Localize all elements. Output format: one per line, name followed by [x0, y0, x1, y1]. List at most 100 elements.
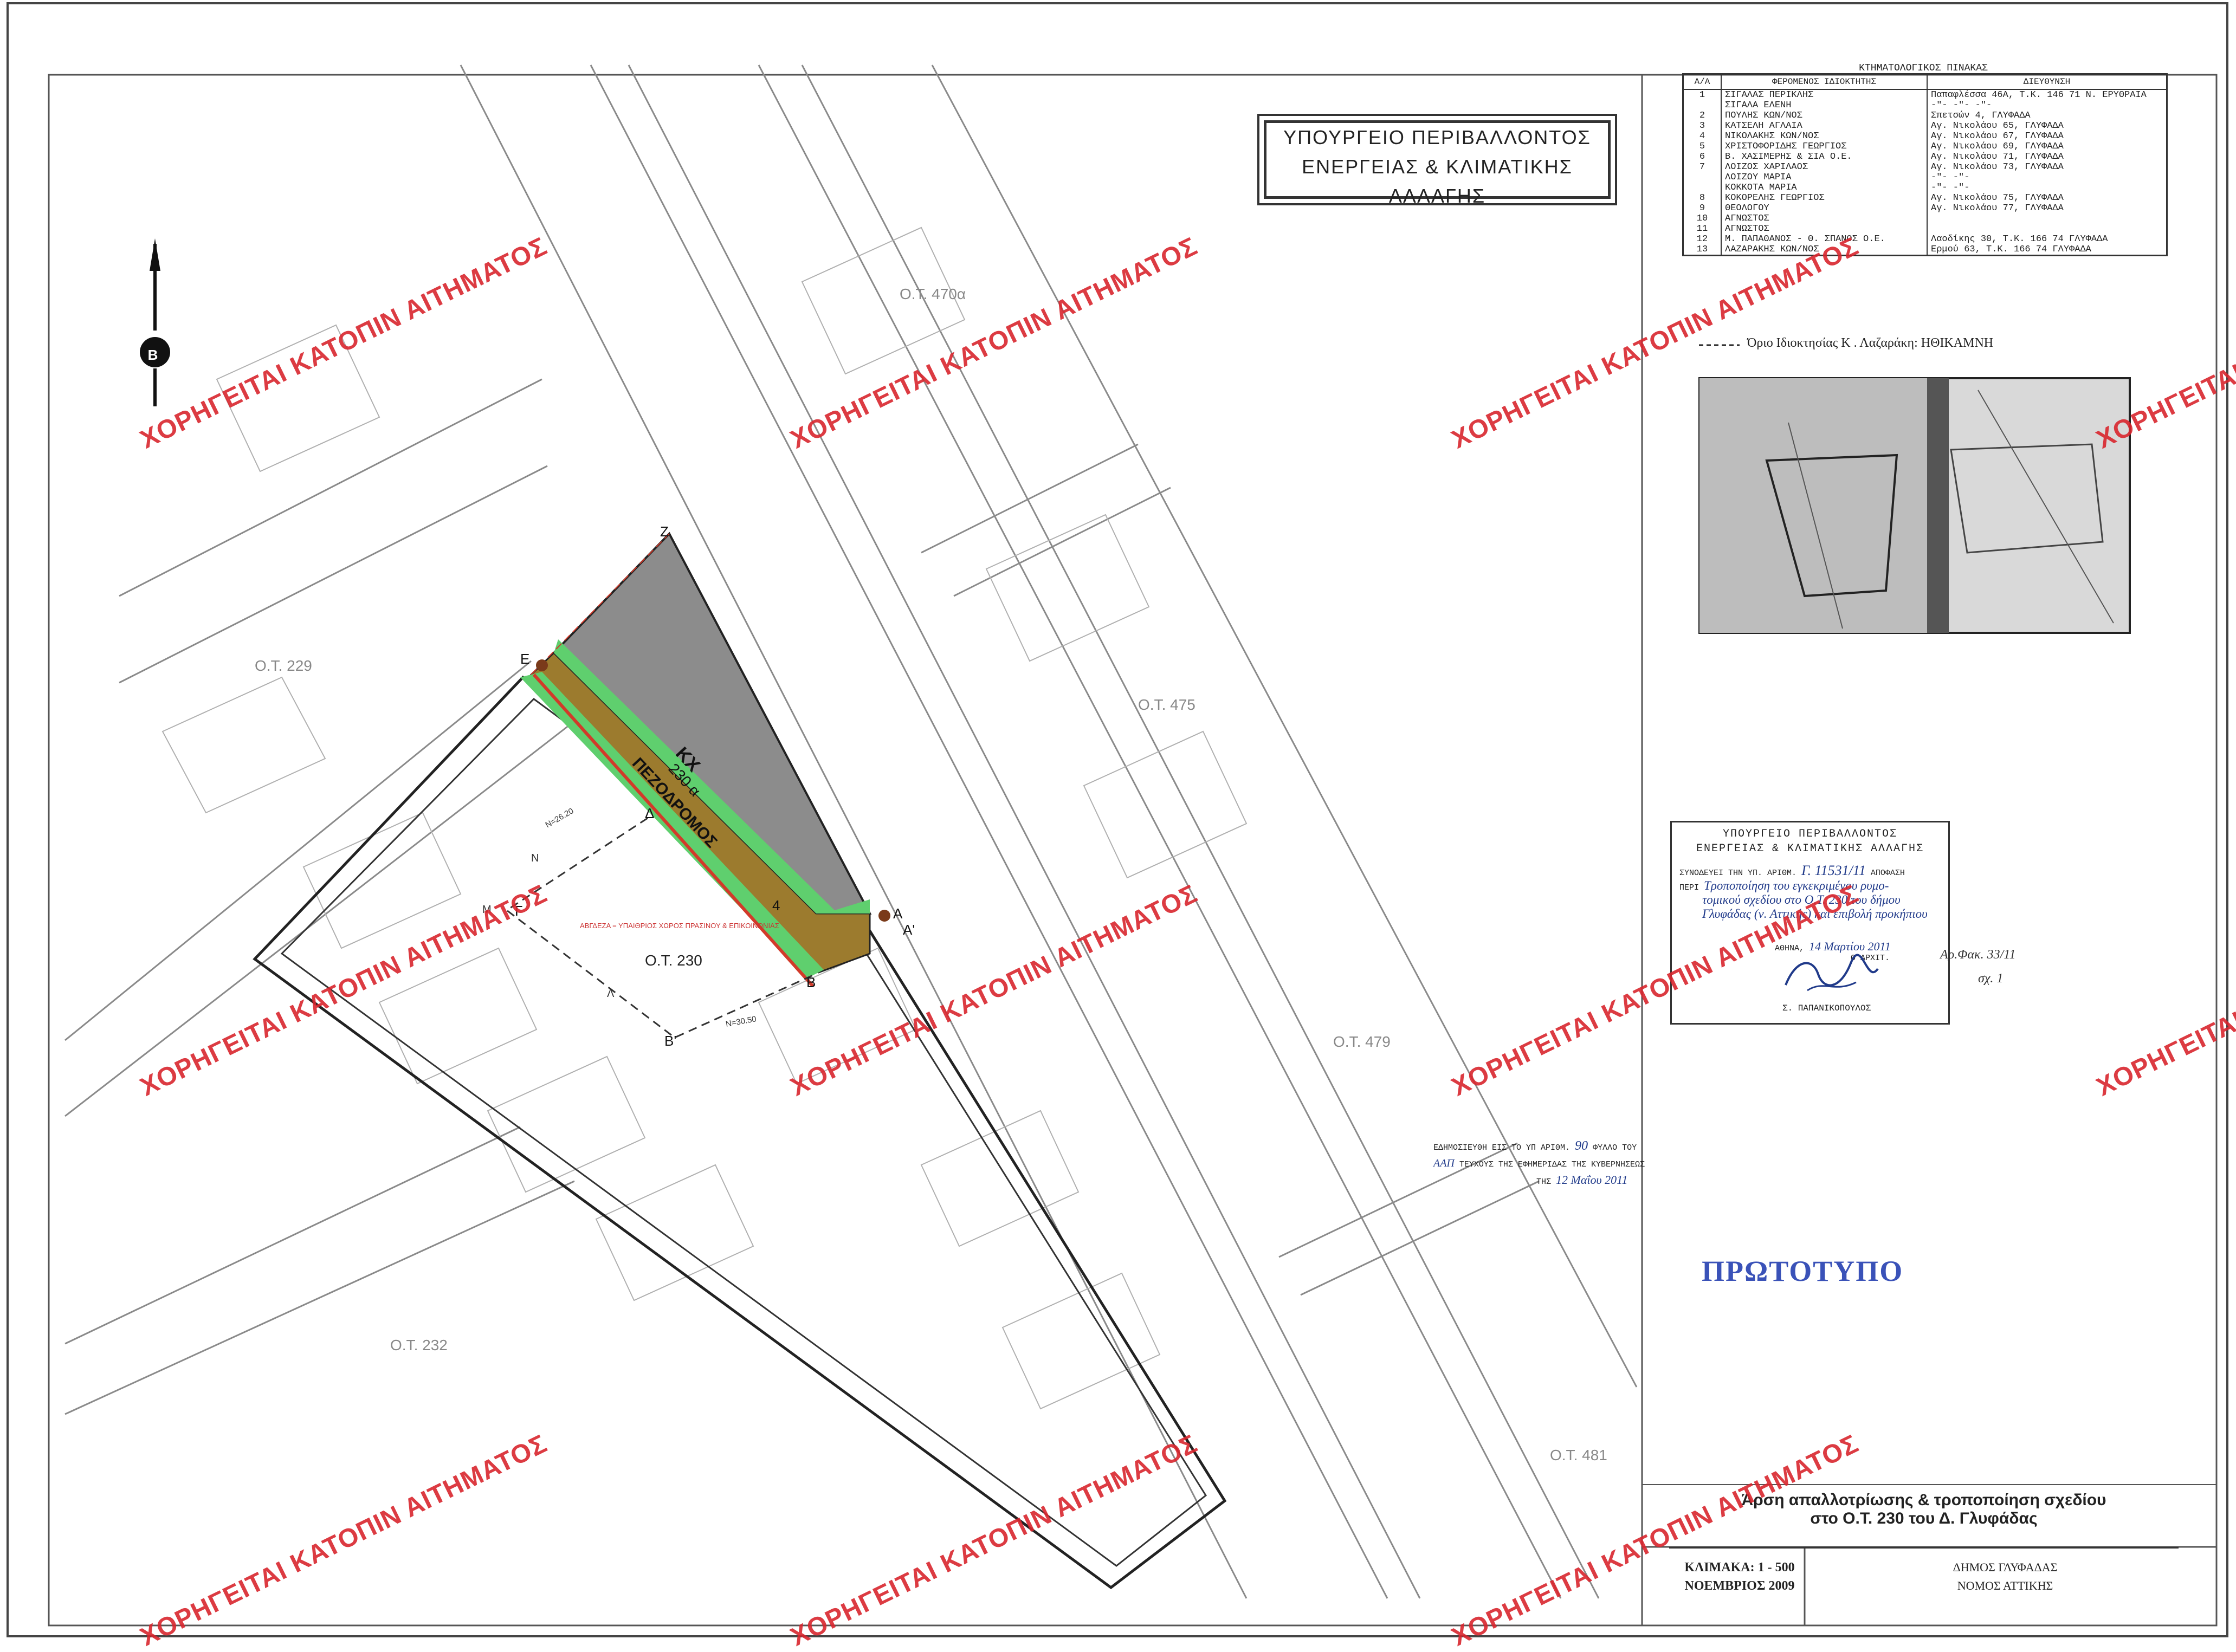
row-aa: 3: [1684, 121, 1722, 131]
row-owner: ΝΙΚΟΛΑΚΗΣ ΚΩΝ/ΝΟΣ: [1721, 131, 1928, 141]
table-row: 9 ΘΕΟΛΟΓΟΥ Αγ. Νικολάου 77, ΓΛΥΦΑΔΑ: [1684, 203, 2166, 213]
scale-date: ΝΟΕΜΒΡΙΟΣ 2009: [1684, 1579, 1795, 1593]
row-address: Παπαφλέσσα 46Α, Τ.Κ. 146 71 Ν. ΕΡΥΘΡΑΙΑ: [1931, 90, 2147, 100]
row-aa: 12: [1684, 234, 1722, 244]
row-aa: 7: [1684, 162, 1722, 172]
row-owner: ΚΟΚΚΟΤΑ ΜΑΡΙΑ: [1721, 183, 1928, 193]
table-row: 13 ΛΑΖΑΡΑΚΗΣ ΚΩΝ/ΝΟΣ Ερμού 63, Τ.Κ. 166 74…: [1684, 244, 2166, 255]
row-address: Αγ. Νικολάου 77, ΓΛΥΦΑΔΑ: [1931, 203, 2064, 213]
scale-row: ΚΛΙΜΑΚΑ: 1 - 500 ΝΟΕΜΒΡΙΟΣ 2009 ΔΗΜΟΣ ΓΛ…: [1669, 1547, 2179, 1603]
row-address: Σπετσών 4, ΓΛΥΦΑΔΑ: [1931, 111, 2031, 121]
row-address: Αγ. Νικολάου 71, ΓΛΥΦΑΔΑ: [1931, 152, 2064, 162]
point-lambda: Λ: [607, 988, 615, 1000]
table-row: 8 ΚΟΚΟΡΕΛΗΣ ΓΕΩΡΓΙΟΣ Αγ. Νικολάου 75, ΓΛΥΦ…: [1684, 193, 2166, 203]
pub-series: ΑΑΠ: [1433, 1157, 1455, 1169]
point-a: A: [893, 905, 903, 922]
aerial-photo: [1698, 377, 2131, 634]
publication-note: ΕΔΗΜΟΣΙΕΥΘΗ ΕΙΣ ΤΟ ΥΠ ΑΡΙΘΜ. 90 ΦΥΛΛΟ ΤΟ…: [1433, 1137, 1645, 1191]
row-address: Αγ. Νικολάου 67, ΓΛΥΦΑΔΑ: [1931, 131, 2064, 141]
table-row: 7 ΛΟΙΖΟΣ ΧΑΡΙΛΑΟΣ Αγ. Νικολάου 73, ΓΛΥΦΑΔΑ: [1684, 162, 2166, 172]
scale-label: ΚΛΙΜΑΚΑ: 1 - 500: [1684, 1560, 1795, 1575]
owners-table-title: ΚΤΗΜΑΤΟΛΟΓΙΚΟΣ ΠΙΝΑΚΑΣ: [1859, 63, 1988, 74]
point-a-prime: A': [903, 922, 915, 938]
dim-label-2: Ν=30.50: [725, 1014, 757, 1029]
col-aa: Α/Α: [1684, 75, 1722, 90]
row-aa: 1: [1684, 89, 1722, 100]
row-address: Αγ. Νικολάου 69, ΓΛΥΦΑΔΑ: [1931, 141, 2064, 152]
row-owner: ΧΡΙΣΤΟΦΟΡΙΔΗΣ ΓΕΩΡΓΙΟΣ: [1721, 141, 1928, 152]
row-aa: 10: [1684, 213, 1722, 224]
table-row: 10 ΑΓΝΩΣΤΟΣ: [1684, 213, 2166, 224]
row-owner: ΠΟΥΛΗΣ ΚΩΝ/ΝΟΣ: [1721, 111, 1928, 121]
row-address: Λαοδίκης 30, Τ.Κ. 166 74 ΓΛΥΦΑΔΑ: [1931, 234, 2108, 244]
block-label-481: Ο.Τ. 481: [1550, 1447, 1607, 1463]
row-address: Ερμού 63, Τ.Κ. 166 74 ΓΛΥΦΑΔΑ: [1931, 244, 2091, 255]
row-owner: ΣΙΓΑΛΑΣ ΠΕΡΙΚΛΗΣ: [1721, 89, 1928, 100]
point-b-prime: B': [664, 1033, 676, 1049]
block-label-470a: Ο.Τ. 470α: [900, 286, 966, 302]
stamp-line-2: ΕΝΕΡΓΕΙΑΣ & ΚΛΙΜΑΤΙΚΗΣ ΑΛΛΑΓΗΣ: [1696, 843, 1924, 855]
row-address: Αγ. Νικολάου 65, ΓΛΥΦΑΔΑ: [1931, 121, 2064, 131]
block-label-229: Ο.Τ. 229: [255, 657, 312, 674]
row-owner: ΑΓΝΩΣΤΟΣ: [1721, 213, 1928, 224]
ministry-line-2: ΕΝΕΡΓΕΙΑΣ & ΚΛΙΜΑΤΙΚΗΣ ΑΛΛΑΓΗΣ: [1302, 156, 1573, 207]
stamp-hw-line-1: Τροποποίηση του εγκεκριμένου ρυμο-: [1704, 879, 1889, 892]
row-aa: 2: [1684, 111, 1722, 121]
point-e: E: [520, 651, 529, 667]
side-note: Αρ.Φακ. 33/11 σχ. 1: [1940, 943, 2015, 990]
table-row: ΚΟΚΚΟΤΑ ΜΑΡΙΑ -"- -"-: [1684, 183, 2166, 193]
stamp-decision-word: ΑΠΟΦΑΣΗ: [1870, 869, 1905, 878]
row-address: Αγ. Νικολάου 73, ΓΛΥΦΑΔΑ: [1931, 162, 2064, 172]
point-a-marker: [878, 910, 890, 922]
block-label-232: Ο.Τ. 232: [390, 1337, 448, 1353]
row-aa: 6: [1684, 152, 1722, 162]
north-label: Β: [148, 347, 158, 363]
stamp-date: 14 Μαρτίου 2011: [1809, 940, 1891, 953]
row-owner: ΚΑΤΣΕΛΗ ΑΓΛΑΙΑ: [1721, 121, 1928, 131]
prototype-stamp: ΠΡΩΤΟΤΥΠΟ: [1702, 1255, 1904, 1287]
ministry-title-box: ΥΠΟΥΡΓΕΙΟ ΠΕΡΙΒΑΛΛΟΝΤΟΣ ΕΝΕΡΓΕΙΑΣ & ΚΛΙΜ…: [1264, 120, 1611, 207]
row-address: [1927, 224, 2166, 234]
stamp-attach-prefix: ΣΥΝΟΔΕΥΕΙ ΤΗΝ ΥΠ. ΑΡΙΘΜ.: [1679, 869, 1797, 878]
owners-table: Α/Α ΦΕΡΟΜΕΝΟΣ ΙΔΙΟΚΤΗΤΗΣ ΔΙΕΥΘΥΝΣΗ 1 ΣΙΓΑ…: [1682, 73, 2168, 256]
point-z: Z: [660, 523, 669, 540]
point-e-marker: [536, 659, 548, 671]
row-aa: 5: [1684, 141, 1722, 152]
stamp-signer: Σ. ΠΑΠΑΝΙΚΟΠΟΥΛΟΣ: [1782, 1003, 1871, 1013]
boundary-note: Όριο Ιδιοκτησίας Κ . Λαζαράκη: ΗΘΙΚΑΜΝΗ: [1747, 336, 1994, 350]
row-aa: 9: [1684, 203, 1722, 213]
pub-l3: ΤΗΣ: [1536, 1177, 1552, 1187]
table-row: 6 Β. ΧΑΣΙΜΕΡΗΣ & ΣΙΑ Ο.Ε. Αγ. Νικολάου 71,…: [1684, 152, 2166, 162]
row-aa: 4: [1684, 131, 1722, 141]
row-aa: 8: [1684, 193, 1722, 203]
row-aa: 13: [1684, 244, 1722, 255]
table-row: 5 ΧΡΙΣΤΟΦΟΡΙΔΗΣ ΓΕΩΡΓΙΟΣ Αγ. Νικολάου 69, …: [1684, 141, 2166, 152]
owners-table-header: Α/Α ΦΕΡΟΜΕΝΟΣ ΙΔΙΟΚΤΗΤΗΣ ΔΙΕΥΘΥΝΣΗ: [1684, 75, 2166, 90]
side-note-fig: σχ. 1: [1978, 971, 2004, 986]
block-label-230: Ο.Τ. 230: [645, 952, 702, 969]
row-aa: [1684, 183, 1722, 193]
row-owner: ΘΕΟΛΟΓΟΥ: [1721, 203, 1928, 213]
row-address: -"- -"-: [1931, 183, 1970, 193]
row-address: [1927, 213, 2166, 224]
dim-label-1: Ν=26.20: [544, 806, 576, 830]
row-address: Αγ. Νικολάου 75, ΓΛΥΦΑΔΑ: [1931, 193, 2064, 203]
row-aa: [1684, 100, 1722, 111]
row-owner: ΛΟΙΖΟΣ ΧΑΡΙΛΑΟΣ: [1721, 162, 1928, 172]
pub-number: 90: [1575, 1139, 1588, 1153]
table-row: 12 Μ. ΠΑΠΑΘΑΝΟΣ - Θ. ΣΠΑΝΟΣ Ο.Ε. Λαοδίκης …: [1684, 234, 2166, 244]
table-row: 1 ΣΙΓΑΛΑΣ ΠΕΡΙΚΛΗΣ Παπαφλέσσα 46Α, Τ.Κ. 14…: [1684, 89, 2166, 100]
zone-label: ΑΒΓΔΕΖΑ = ΥΠΑΙΘΡΙΟΣ ΧΩΡΟΣ ΠΡΑΣΙΝΟΥ & ΕΠΙ…: [580, 922, 779, 930]
row-aa: 11: [1684, 224, 1722, 234]
block-label-475: Ο.Τ. 475: [1138, 696, 1195, 713]
pub-l1b: ΦΥΛΛΟ ΤΟΥ: [1593, 1143, 1637, 1152]
pub-l1a: ΕΔΗΜΟΣΙΕΥΘΗ ΕΙΣ ΤΟ ΥΠ ΑΡΙΘΜ.: [1433, 1143, 1571, 1152]
stamp-line-1: ΥΠΟΥΡΓΕΙΟ ΠΕΡΙΒΑΛΛΟΝΤΟΣ: [1722, 828, 1898, 840]
table-row: 4 ΝΙΚΟΛΑΚΗΣ ΚΩΝ/ΝΟΣ Αγ. Νικολάου 67, ΓΛΥΦΑ…: [1684, 131, 2166, 141]
stamp-peri: ΠΕΡΙ: [1679, 883, 1699, 892]
ministry-line-1: ΥΠΟΥΡΓΕΙΟ ΠΕΡΙΒΑΛΛΟΝΤΟΣ: [1283, 126, 1591, 148]
table-row: 3 ΚΑΤΣΕΛΗ ΑΓΛΑΙΑ Αγ. Νικολάου 65, ΓΛΥΦΑΔΑ: [1684, 121, 2166, 131]
row-owner: ΣΙΓΑΛΑ ΕΛΕΝΗ: [1721, 100, 1928, 111]
pub-l2: ΤΕΥΧΟΥΣ ΤΗΣ ΕΦΗΜΕΡΙΔΑΣ ΤΗΣ ΚΥΒΕΡΝΗΣΕΩΣ: [1459, 1160, 1645, 1169]
table-row: 11 ΑΓΝΩΣΤΟΣ: [1684, 224, 2166, 234]
